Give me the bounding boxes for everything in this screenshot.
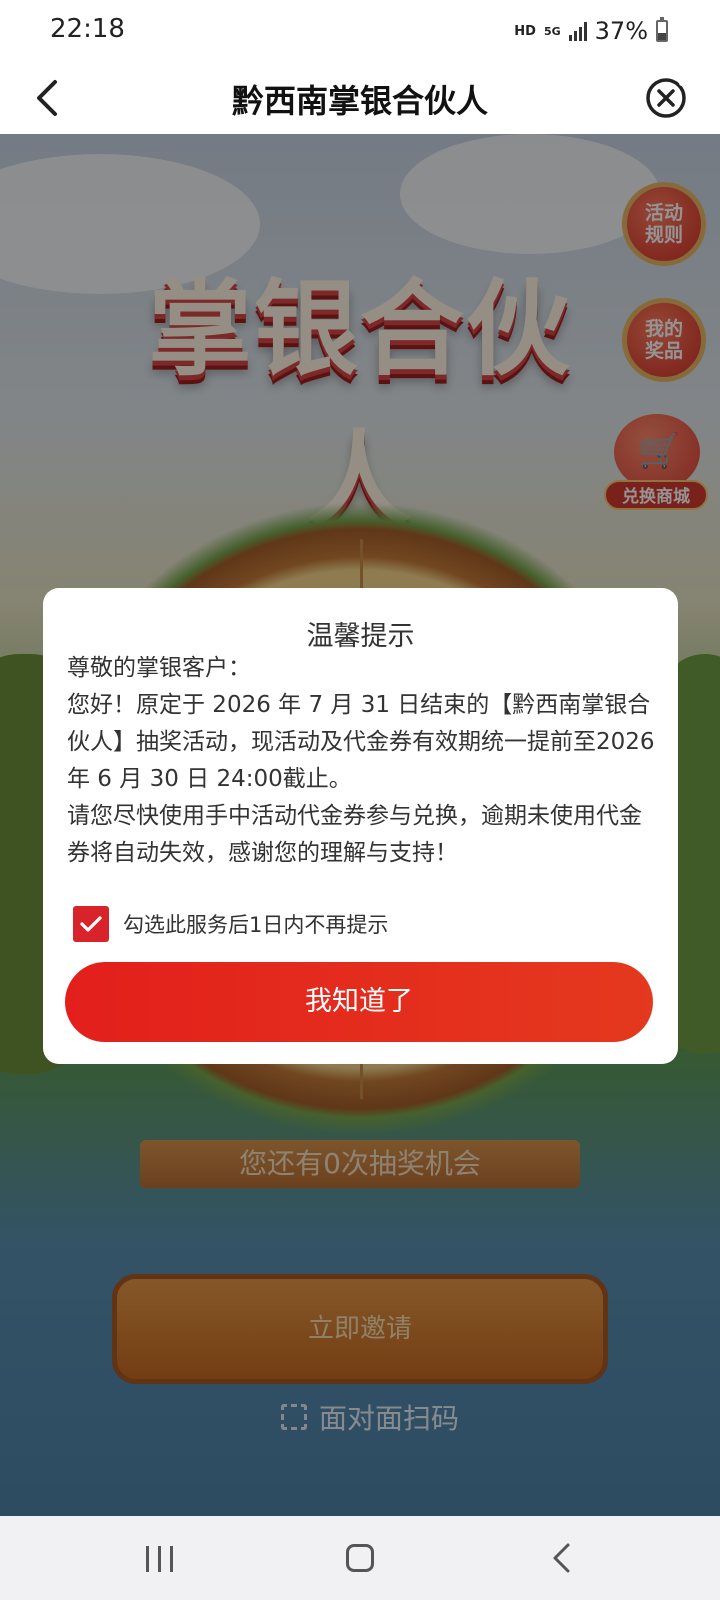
dialog-greeting: 尊敬的掌银客户： xyxy=(67,655,251,681)
page-title: 黔西南掌银合伙人 xyxy=(231,82,488,120)
title-bar: 黔西南掌银合伙人 xyxy=(0,62,720,134)
status-time: 22:18 xyxy=(50,14,125,44)
dialog-paragraph: 您好！原定于 2026 年 7 月 31 日结束的【黔西南掌银合伙人】抽奖活动，… xyxy=(67,692,655,792)
status-bar: 22:18 HD 5G 37% xyxy=(0,0,720,62)
dialog-body: 尊敬的掌银客户： 您好！原定于 2026 年 7 月 31 日结束的【黔西南掌银… xyxy=(67,650,658,872)
dont-remind-row[interactable]: 勾选此服务后1日内不再提示 xyxy=(73,906,388,942)
battery-percent: 37% xyxy=(594,17,648,45)
dialog-title: 温馨提示 xyxy=(306,621,415,652)
battery-icon xyxy=(656,17,668,42)
dont-remind-label: 勾选此服务后1日内不再提示 xyxy=(123,913,389,937)
signal-icon xyxy=(568,21,587,41)
hd-indicator: HD xyxy=(514,23,536,39)
network-type: 5G xyxy=(543,24,561,38)
recent-apps-icon[interactable] xyxy=(146,1546,173,1572)
confirm-button[interactable]: 我知道了 xyxy=(65,962,653,1042)
notice-dialog: 温馨提示 尊敬的掌银客户： 您好！原定于 2026 年 7 月 31 日结束的【… xyxy=(43,588,678,1064)
home-icon[interactable] xyxy=(346,1544,374,1572)
checkmark-icon xyxy=(80,916,102,932)
dont-remind-checkbox[interactable] xyxy=(73,906,109,942)
system-nav-bar xyxy=(0,1516,720,1600)
status-indicators: HD 5G 37% xyxy=(514,14,668,48)
back-icon[interactable] xyxy=(550,1542,572,1574)
dialog-paragraph: 请您尽快使用手中活动代金券参与兑换，逾期未使用代金券将自动失效，感谢您的理解与支… xyxy=(67,803,642,866)
close-circle-icon[interactable] xyxy=(642,74,690,122)
